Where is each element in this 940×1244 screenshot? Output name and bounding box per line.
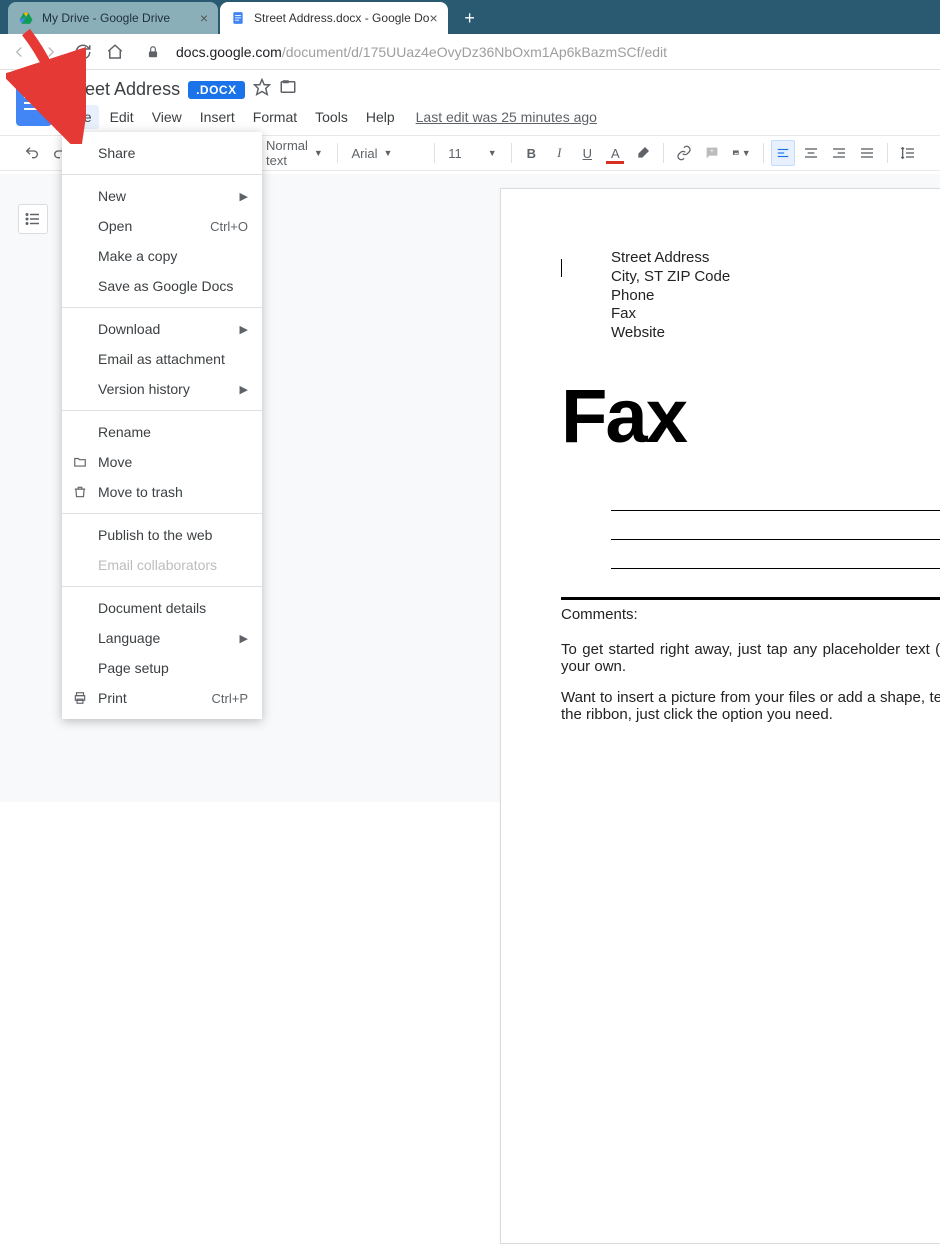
menu-edit[interactable]: Edit (103, 105, 141, 129)
url-display[interactable]: docs.google.com/document/d/175UUaz4eOvyD… (176, 44, 930, 60)
tab-label: My Drive - Google Drive (42, 11, 170, 25)
browser-tab-strip: My Drive - Google Drive × Street Address… (0, 0, 940, 34)
menu-format[interactable]: Format (246, 105, 304, 129)
menu-download[interactable]: Download▶ (62, 314, 262, 344)
menu-share[interactable]: Share (62, 138, 262, 168)
font-size-select[interactable]: 11▼ (442, 146, 502, 161)
align-justify-button[interactable] (855, 140, 879, 166)
image-button[interactable]: ▼ (728, 140, 755, 166)
move-to-icon[interactable] (279, 78, 297, 101)
menu-rename[interactable]: Rename (62, 417, 262, 447)
bold-button[interactable]: B (519, 140, 543, 166)
text-color-button[interactable]: A (603, 140, 627, 166)
highlight-button[interactable] (631, 140, 655, 166)
chevron-right-icon: ▶ (240, 190, 248, 203)
docs-icon (230, 10, 246, 26)
menu-publish-web[interactable]: Publish to the web (62, 520, 262, 550)
menu-open[interactable]: OpenCtrl+O (62, 211, 262, 241)
docs-app-icon[interactable] (16, 80, 52, 126)
outline-toggle-button[interactable] (18, 204, 48, 234)
italic-button[interactable]: I (547, 140, 571, 166)
body-paragraph[interactable]: To get started right away, just tap any … (561, 641, 940, 675)
menu-view[interactable]: View (145, 105, 189, 129)
menu-save-as-gdocs[interactable]: Save as Google Docs (62, 271, 262, 301)
menu-move[interactable]: Move (62, 447, 262, 477)
link-button[interactable] (672, 140, 696, 166)
browser-tab-drive[interactable]: My Drive - Google Drive × (8, 2, 218, 34)
form-lines (611, 510, 940, 569)
menu-make-copy[interactable]: Make a copy (62, 241, 262, 271)
tab-label: Street Address.docx - Google Do (254, 11, 429, 25)
chevron-right-icon: ▶ (240, 632, 248, 645)
align-left-button[interactable] (771, 140, 795, 166)
fax-heading[interactable]: Fax (561, 373, 940, 460)
home-icon[interactable] (106, 43, 124, 61)
print-icon (72, 690, 88, 706)
underline-button[interactable]: U (575, 140, 599, 166)
trash-icon (72, 484, 88, 500)
menu-version-history[interactable]: Version history▶ (62, 374, 262, 404)
menu-move-trash[interactable]: Move to trash (62, 477, 262, 507)
menu-new[interactable]: New▶ (62, 181, 262, 211)
address-line[interactable]: Website (611, 324, 940, 343)
align-right-button[interactable] (827, 140, 851, 166)
browser-tab-docs[interactable]: Street Address.docx - Google Do × (220, 2, 448, 34)
back-icon[interactable] (10, 43, 28, 61)
menu-print[interactable]: PrintCtrl+P (62, 683, 262, 713)
new-tab-button[interactable]: + (456, 4, 484, 32)
docs-header: Street Address .DOCX File Edit View Inse… (0, 70, 940, 129)
folder-icon (72, 454, 88, 470)
menu-file[interactable]: File (62, 105, 99, 129)
address-line[interactable]: City, ST ZIP Code (611, 268, 940, 287)
paragraph-style-select[interactable]: Normal text▼ (260, 138, 329, 168)
menu-tools[interactable]: Tools (308, 105, 355, 129)
address-line[interactable]: Phone (611, 287, 940, 306)
line-spacing-button[interactable] (896, 140, 920, 166)
menu-insert[interactable]: Insert (193, 105, 242, 129)
docx-badge: .DOCX (188, 81, 245, 99)
document-page[interactable]: Street Address City, ST ZIP Code Phone F… (500, 188, 940, 1244)
drive-icon (18, 10, 34, 26)
chevron-right-icon: ▶ (240, 323, 248, 336)
forward-icon[interactable] (42, 43, 60, 61)
reload-icon[interactable] (74, 43, 92, 61)
body-paragraph[interactable]: Want to insert a picture from your files… (561, 689, 940, 723)
address-block: Street Address City, ST ZIP Code Phone F… (611, 249, 940, 343)
menu-language[interactable]: Language▶ (62, 623, 262, 653)
text-cursor (561, 259, 562, 277)
menu-bar: File Edit View Insert Format Tools Help … (62, 105, 597, 129)
comments-label[interactable]: Comments: (561, 606, 940, 623)
menu-email-collab: Email collaborators (62, 550, 262, 580)
last-edit-link[interactable]: Last edit was 25 minutes ago (416, 109, 597, 125)
star-icon[interactable] (253, 78, 271, 101)
file-menu-dropdown: Share New▶ OpenCtrl+O Make a copy Save a… (62, 132, 262, 719)
svg-text:+: + (710, 148, 714, 155)
chevron-right-icon: ▶ (240, 383, 248, 396)
address-line[interactable]: Fax (611, 305, 940, 324)
menu-doc-details[interactable]: Document details (62, 593, 262, 623)
doc-title[interactable]: Street Address (62, 79, 180, 100)
undo-icon[interactable] (20, 140, 44, 166)
close-icon[interactable]: × (429, 10, 437, 26)
address-line[interactable]: Street Address (611, 249, 940, 268)
menu-help[interactable]: Help (359, 105, 402, 129)
browser-address-bar: docs.google.com/document/d/175UUaz4eOvyD… (0, 34, 940, 70)
menu-email-attachment[interactable]: Email as attachment (62, 344, 262, 374)
close-icon[interactable]: × (200, 10, 208, 26)
menu-page-setup[interactable]: Page setup (62, 653, 262, 683)
align-center-button[interactable] (799, 140, 823, 166)
font-select[interactable]: Arial▼ (346, 146, 426, 161)
lock-icon (144, 43, 162, 61)
comment-button[interactable]: + (700, 140, 724, 166)
